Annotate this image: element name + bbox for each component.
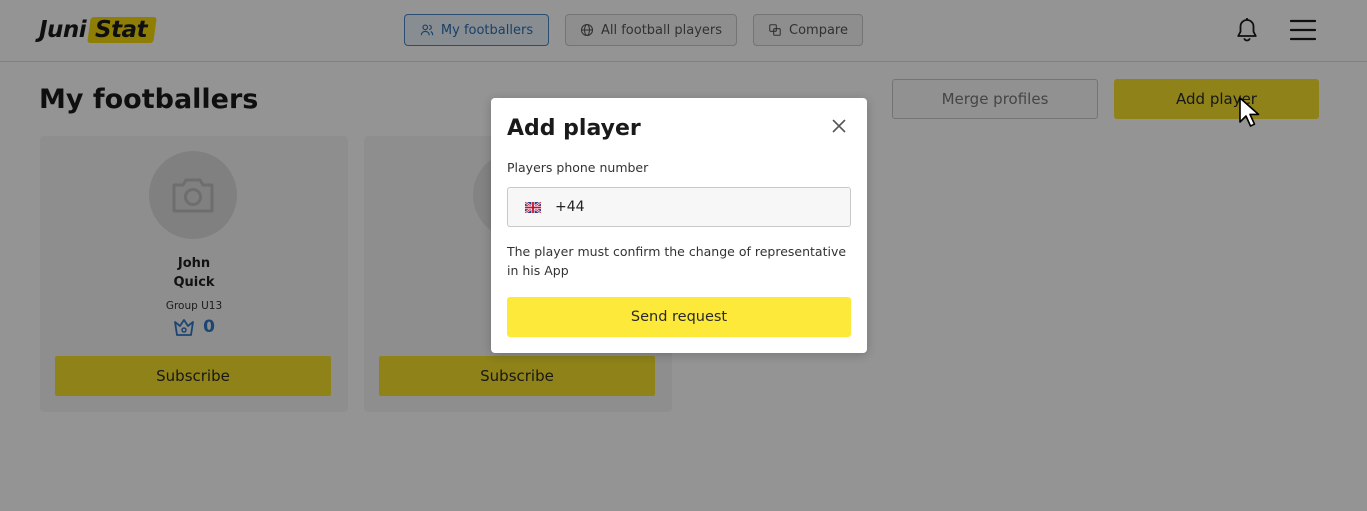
phone-input[interactable] <box>555 199 835 215</box>
uk-flag-icon[interactable] <box>525 201 541 213</box>
mouse-cursor-icon <box>1239 97 1260 127</box>
phone-field[interactable] <box>507 187 851 227</box>
close-icon[interactable] <box>831 118 847 134</box>
phone-field-label: Players phone number <box>507 160 649 175</box>
confirmation-info: The player must confirm the change of re… <box>507 244 847 278</box>
send-request-button[interactable]: Send request <box>507 297 851 337</box>
add-player-modal: Add player Players phone number The play… <box>491 98 867 353</box>
modal-title: Add player <box>507 116 641 141</box>
